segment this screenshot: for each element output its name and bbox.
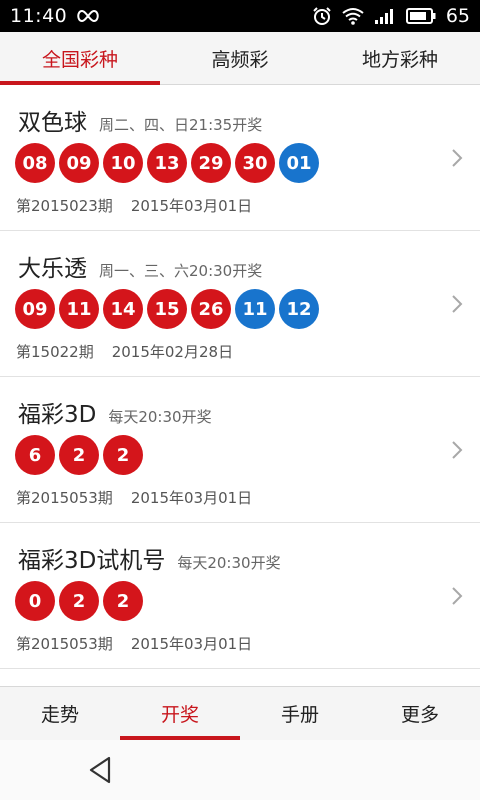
- chevron-right-icon[interactable]: [448, 585, 466, 607]
- ball-row: 0 2 2: [15, 581, 143, 621]
- lottery-list: 双色球 周二、四、日21:35开奖 08 09 10 13 29 30 01 第…: [0, 85, 480, 669]
- ball-row: 09 11 14 15 26 11 12: [15, 289, 319, 329]
- item-meta: 第2015053期 2015年03月01日: [16, 487, 252, 508]
- red-ball: 30: [235, 143, 275, 183]
- red-ball: 29: [191, 143, 231, 183]
- lottery-name: 福彩3D试机号: [18, 548, 166, 574]
- tab-national[interactable]: 全国彩种: [0, 32, 160, 85]
- lottery-item-3d[interactable]: 福彩3D 每天20:30开奖 6 2 2 第2015053期 2015年03月0…: [0, 377, 480, 523]
- red-ball: 2: [59, 435, 99, 475]
- draw-schedule: 周二、四、日21:35开奖: [99, 116, 263, 134]
- wifi-icon: [342, 7, 364, 25]
- item-header: 福彩3D 每天20:30开奖: [18, 395, 212, 429]
- red-ball: 14: [103, 289, 143, 329]
- chevron-right-icon[interactable]: [448, 293, 466, 315]
- nav-tab-more[interactable]: 更多: [360, 687, 480, 740]
- red-ball: 09: [15, 289, 55, 329]
- red-ball: 0: [15, 581, 55, 621]
- issue-number: 第2015053期: [16, 635, 113, 653]
- blue-ball: 12: [279, 289, 319, 329]
- item-header: 双色球 周二、四、日21:35开奖: [18, 103, 262, 137]
- draw-date: 2015年03月01日: [130, 489, 253, 507]
- red-ball: 08: [15, 143, 55, 183]
- lottery-name: 福彩3D: [18, 402, 97, 428]
- battery-icon: [405, 8, 436, 24]
- issue-number: 第15022期: [16, 343, 94, 361]
- system-nav-bar: [0, 740, 480, 800]
- status-bar: 11:40 65: [0, 0, 480, 32]
- status-icons: 65: [312, 5, 470, 27]
- tab-local[interactable]: 地方彩种: [320, 32, 480, 84]
- issue-number: 第2015053期: [16, 489, 113, 507]
- red-ball: 11: [59, 289, 99, 329]
- status-time: 11:40: [10, 5, 68, 27]
- item-header: 福彩3D试机号 每天20:30开奖: [18, 541, 281, 575]
- lottery-item-ssq[interactable]: 双色球 周二、四、日21:35开奖 08 09 10 13 29 30 01 第…: [0, 85, 480, 231]
- draw-schedule: 每天20:30开奖: [108, 408, 212, 426]
- red-ball: 2: [103, 581, 143, 621]
- alarm-icon: [312, 6, 332, 26]
- item-meta: 第2015053期 2015年03月01日: [16, 633, 252, 654]
- battery-level: 65: [445, 5, 470, 27]
- red-ball: 26: [191, 289, 231, 329]
- chevron-right-icon[interactable]: [448, 439, 466, 461]
- item-header: 大乐透 周一、三、六20:30开奖: [18, 249, 262, 283]
- signal-icon: [374, 7, 396, 25]
- ball-row: 6 2 2: [15, 435, 143, 475]
- issue-number: 第2015023期: [16, 197, 113, 215]
- ball-row: 08 09 10 13 29 30 01: [15, 143, 319, 183]
- red-ball: 2: [59, 581, 99, 621]
- blue-ball: 11: [235, 289, 275, 329]
- red-ball: 10: [103, 143, 143, 183]
- lottery-name: 双色球: [18, 110, 87, 136]
- lottery-name: 大乐透: [18, 256, 87, 282]
- red-ball: 6: [15, 435, 55, 475]
- draw-schedule: 周一、三、六20:30开奖: [99, 262, 263, 280]
- draw-date: 2015年03月01日: [130, 635, 253, 653]
- blue-ball: 01: [279, 143, 319, 183]
- chevron-right-icon[interactable]: [448, 147, 466, 169]
- item-meta: 第2015023期 2015年03月01日: [16, 195, 252, 216]
- red-ball: 13: [147, 143, 187, 183]
- red-ball: 2: [103, 435, 143, 475]
- nav-tab-draw[interactable]: 开奖: [120, 687, 240, 740]
- draw-date: 2015年03月01日: [130, 197, 253, 215]
- nav-tab-trend[interactable]: 走势: [0, 687, 120, 740]
- bottom-nav-bar: 走势 开奖 手册 更多: [0, 686, 480, 740]
- red-ball: 15: [147, 289, 187, 329]
- lottery-item-3d-test[interactable]: 福彩3D试机号 每天20:30开奖 0 2 2 第2015053期 2015年0…: [0, 523, 480, 669]
- tab-high-frequency[interactable]: 高频彩: [160, 32, 320, 84]
- infinity-icon: [75, 9, 101, 23]
- draw-date: 2015年02月28日: [111, 343, 234, 361]
- back-triangle-icon[interactable]: [84, 752, 116, 788]
- item-meta: 第15022期 2015年02月28日: [16, 341, 233, 362]
- lottery-item-dlt[interactable]: 大乐透 周一、三、六20:30开奖 09 11 14 15 26 11 12 第…: [0, 231, 480, 377]
- red-ball: 09: [59, 143, 99, 183]
- top-tab-bar: 全国彩种 高频彩 地方彩种: [0, 32, 480, 85]
- nav-tab-manual[interactable]: 手册: [240, 687, 360, 740]
- draw-schedule: 每天20:30开奖: [177, 554, 281, 572]
